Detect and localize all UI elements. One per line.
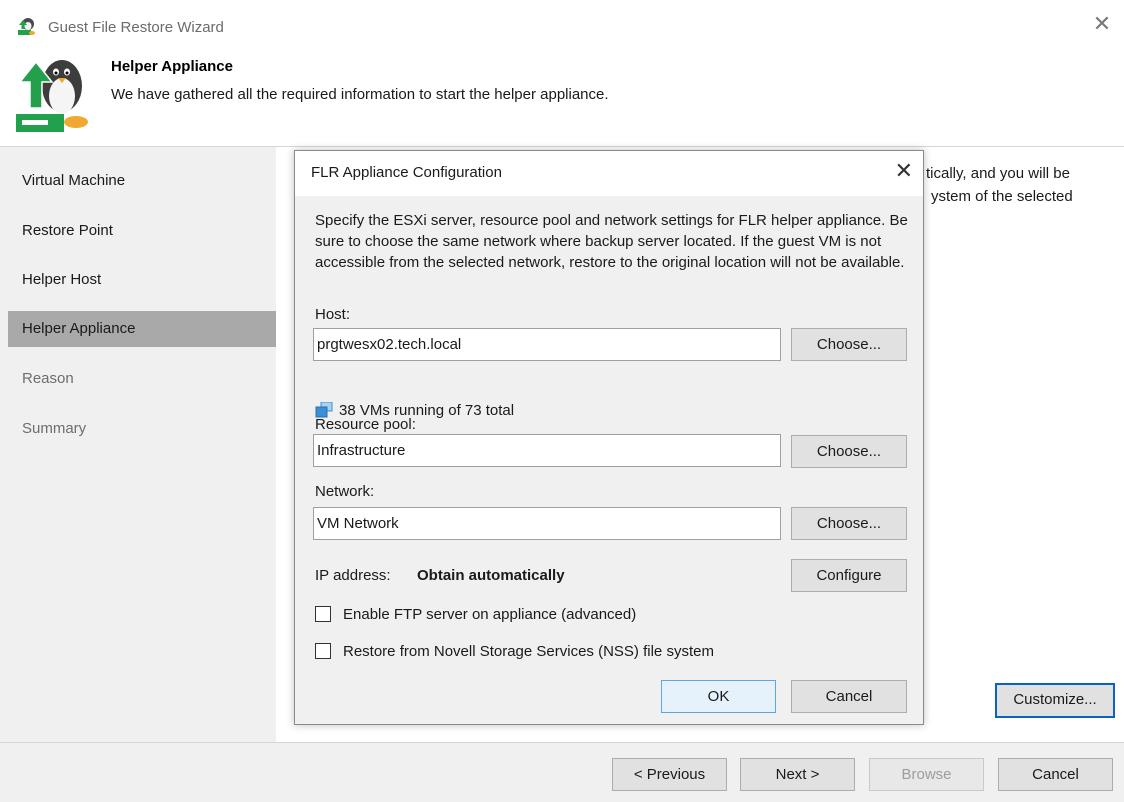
restore-nss-checkbox[interactable] [315,643,331,659]
wizard-header: Helper Appliance We have gathered all th… [0,46,1124,146]
host-label: Host: [315,306,351,323]
page-title: Helper Appliance [111,58,233,75]
window-title: Guest File Restore Wizard [48,19,224,36]
linux-helper-appliance-icon [14,56,96,136]
cancel-button[interactable]: Cancel [998,758,1113,791]
window-titlebar: Guest File Restore Wizard ✕ [0,0,1124,46]
sidebar-item-reason: Reason [22,370,74,387]
dialog-title: FLR Appliance Configuration [311,164,502,181]
previous-button[interactable]: < Previous [612,758,727,791]
resource-pool-label: Resource pool: [315,416,416,433]
network-choose-button[interactable]: Choose... [791,507,907,540]
customize-button[interactable]: Customize... [995,683,1115,718]
enable-ftp-checkbox-row[interactable]: Enable FTP server on appliance (advanced… [315,606,636,623]
enable-ftp-checkbox[interactable] [315,606,331,622]
sidebar-item-summary: Summary [22,420,87,437]
flr-appliance-config-dialog: FLR Appliance Configuration ✕ Specify th… [294,150,924,725]
dialog-close-icon[interactable]: ✕ [895,161,913,183]
configure-button[interactable]: Configure [791,559,907,592]
page-subtitle: We have gathered all the required inform… [111,86,609,103]
restore-wizard-icon [17,18,37,36]
dialog-cancel-button[interactable]: Cancel [791,680,907,713]
network-field[interactable]: VM Network [313,507,781,540]
sidebar-item-helper-appliance[interactable]: Helper Appliance [8,311,276,347]
ok-button[interactable]: OK [661,680,776,713]
next-button[interactable]: Next > [740,758,855,791]
restore-nss-checkbox-row[interactable]: Restore from Novell Storage Services (NS… [315,643,714,660]
ip-address-value: Obtain automatically [417,567,565,584]
enable-ftp-label: Enable FTP server on appliance (advanced… [343,606,637,623]
content-text-line: tically, and you will be [926,165,1070,182]
window-close-icon[interactable]: ✕ [1090,14,1114,38]
resource-pool-field[interactable]: Infrastructure [313,434,781,467]
host-choose-button[interactable]: Choose... [791,328,907,361]
restore-nss-label: Restore from Novell Storage Services (NS… [343,643,714,660]
wizard-steps-sidebar: Virtual Machine Restore Point Helper Hos… [8,147,276,743]
content-text-line: ystem of the selected [931,188,1073,205]
browse-button: Browse [869,758,984,791]
ip-address-label: IP address: [315,567,391,584]
dialog-description: Specify the ESXi server, resource pool a… [315,212,908,271]
host-field[interactable]: prgtwesx02.tech.local [313,328,781,361]
sidebar-item-restore-point[interactable]: Restore Point [8,213,276,249]
resource-pool-choose-button[interactable]: Choose... [791,435,907,468]
network-label: Network: [315,483,375,500]
dialog-titlebar: FLR Appliance Configuration ✕ [295,151,923,196]
sidebar-item-virtual-machine[interactable]: Virtual Machine [8,163,276,199]
sidebar-item-helper-host[interactable]: Helper Host [8,262,276,298]
wizard-footer: < Previous Next > Browse Cancel [0,742,1124,802]
